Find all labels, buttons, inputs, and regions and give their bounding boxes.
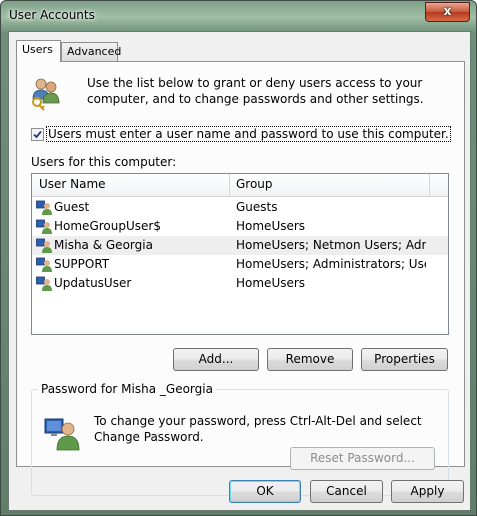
require-login-checkbox[interactable] — [31, 128, 44, 141]
user-monitor-icon — [44, 415, 80, 451]
dialog-client-area: Users Advanced Use the list below to gra… — [8, 31, 471, 511]
user-icon — [36, 219, 52, 235]
user-group: HomeUsers — [236, 276, 306, 290]
window-title: User Accounts — [9, 8, 95, 22]
tab-users-label: Users — [22, 43, 53, 56]
cancel-button[interactable]: Cancel — [310, 480, 383, 503]
user-group: Guests — [236, 200, 278, 214]
user-group: HomeUsers — [236, 219, 306, 233]
user-icon — [36, 257, 52, 273]
users-list-label: Users for this computer: — [31, 155, 177, 169]
column-divider[interactable] — [229, 174, 230, 196]
ok-button[interactable]: OK — [229, 480, 301, 503]
table-row[interactable]: Misha & Georgia HomeUsers; Netmon Users;… — [32, 236, 448, 255]
user-accounts-window: User Accounts x Users Advanced Use the l… — [0, 0, 477, 516]
remove-user-button[interactable]: Remove — [267, 348, 353, 371]
tab-advanced-label: Advanced — [67, 45, 122, 58]
user-name: HomeGroupUser$ — [54, 219, 161, 233]
user-name: Misha & Georgia — [54, 238, 153, 252]
table-row[interactable]: UpdatusUser HomeUsers — [32, 274, 448, 293]
column-divider[interactable] — [429, 174, 430, 196]
users-list-header: User Name Group — [32, 174, 448, 197]
title-bar[interactable]: User Accounts x — [1, 1, 476, 31]
user-icon — [36, 238, 52, 254]
user-group: HomeUsers; Netmon Users; Admi... — [236, 238, 426, 252]
users-list[interactable]: User Name Group Guest Guests HomeGroupUs… — [31, 173, 449, 335]
user-name: UpdatusUser — [54, 276, 132, 290]
tab-users[interactable]: Users — [16, 40, 61, 62]
users-list-rows: Guest Guests HomeGroupUser$ HomeUsers Mi… — [32, 198, 448, 293]
column-header-user-name[interactable]: User Name — [39, 177, 106, 191]
reset-password-button[interactable]: Reset Password... — [290, 447, 435, 470]
table-row[interactable]: HomeGroupUser$ HomeUsers — [32, 217, 448, 236]
column-header-group[interactable]: Group — [236, 177, 273, 191]
users-key-icon — [29, 75, 65, 111]
properties-button[interactable]: Properties — [361, 348, 448, 371]
password-group-title: Password for Misha _Georgia — [38, 382, 216, 396]
close-icon: x — [443, 4, 452, 18]
users-tab-panel: Use the list below to grant or deny user… — [16, 61, 465, 496]
password-instructions: To change your password, press Ctrl-Alt-… — [94, 414, 422, 444]
user-icon — [36, 276, 52, 292]
require-login-label: Users must enter a user name and passwor… — [46, 126, 451, 142]
close-button[interactable]: x — [425, 2, 470, 22]
intro-text: Use the list below to grant or deny user… — [87, 76, 424, 106]
user-name: SUPPORT — [54, 257, 110, 271]
apply-button[interactable]: Apply — [391, 480, 464, 503]
tab-advanced[interactable]: Advanced — [61, 42, 122, 62]
user-name: Guest — [54, 200, 90, 214]
add-user-button[interactable]: Add... — [173, 348, 259, 371]
user-group: HomeUsers; Administrators; Users — [236, 257, 426, 271]
user-icon — [36, 200, 52, 216]
table-row[interactable]: SUPPORT HomeUsers; Administrators; Users — [32, 255, 448, 274]
table-row[interactable]: Guest Guests — [32, 198, 448, 217]
